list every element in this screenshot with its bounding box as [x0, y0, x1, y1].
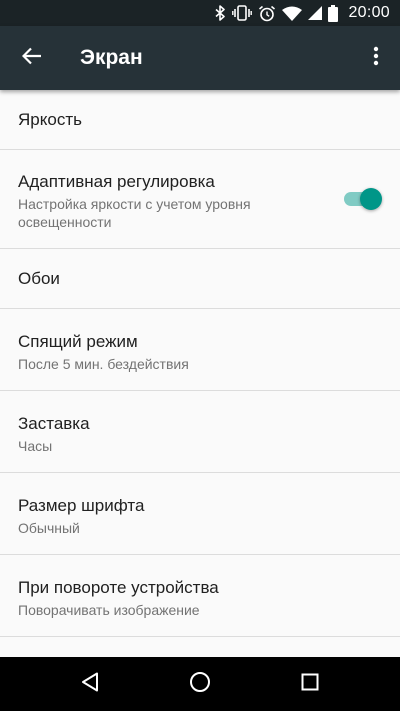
setting-title: Размер шрифта — [18, 496, 145, 515]
setting-brightness[interactable]: Яркость — [0, 90, 400, 150]
toggle-thumb — [360, 188, 382, 210]
display-settings-screen: 20:00 Экран Яркость Адаптивная регулиров… — [0, 0, 400, 711]
setting-summary: Поворачивать изображение — [18, 602, 200, 618]
setting-title: Яркость — [18, 110, 82, 129]
vibrate-icon — [232, 5, 253, 21]
setting-title: Обои — [18, 269, 60, 288]
alarm-icon — [258, 5, 276, 22]
adaptive-brightness-toggle[interactable] — [340, 188, 382, 210]
setting-title: Заставка — [18, 414, 90, 433]
back-button[interactable] — [8, 34, 56, 82]
setting-summary: После 5 мин. бездействия — [18, 356, 189, 372]
nav-recents-icon — [301, 673, 319, 696]
nav-back-button[interactable] — [50, 657, 130, 711]
wifi-icon — [282, 6, 303, 21]
arrow-back-icon — [21, 47, 42, 70]
setting-screensaver[interactable]: Заставка Часы — [0, 391, 400, 473]
setting-summary: Часы — [18, 438, 53, 454]
nav-home-button[interactable] — [160, 657, 240, 711]
setting-summary: Настройка яркости с учетом уровня освеще… — [18, 196, 251, 230]
setting-summary: Обычный — [18, 520, 80, 536]
nav-recents-button[interactable] — [270, 657, 350, 711]
nav-home-icon — [189, 671, 211, 698]
battery-icon — [328, 4, 339, 22]
setting-rotation[interactable]: При повороте устройства Поворачивать изо… — [0, 555, 400, 637]
navigation-bar — [0, 657, 400, 711]
bluetooth-icon — [214, 5, 226, 21]
setting-wallpaper[interactable]: Обои — [0, 249, 400, 309]
setting-title: При повороте устройства — [18, 578, 219, 597]
more-vert-icon — [373, 46, 379, 71]
more-options-button[interactable] — [356, 34, 396, 82]
cell-signal-icon — [308, 6, 323, 20]
nav-back-icon — [81, 672, 99, 697]
setting-sleep[interactable]: Спящий режим После 5 мин. бездействия — [0, 309, 400, 391]
status-icons: 20:00 — [214, 0, 390, 26]
page-title: Экран — [80, 46, 143, 69]
setting-title: Спящий режим — [18, 332, 138, 351]
status-bar: 20:00 — [0, 0, 400, 26]
setting-adaptive-brightness[interactable]: Адаптивная регулировка Настройка яркости… — [0, 150, 400, 249]
app-bar: Экран — [0, 26, 400, 90]
status-time: 20:00 — [348, 4, 390, 21]
setting-font-size[interactable]: Размер шрифта Обычный — [0, 473, 400, 555]
settings-list: Яркость Адаптивная регулировка Настройка… — [0, 90, 400, 637]
